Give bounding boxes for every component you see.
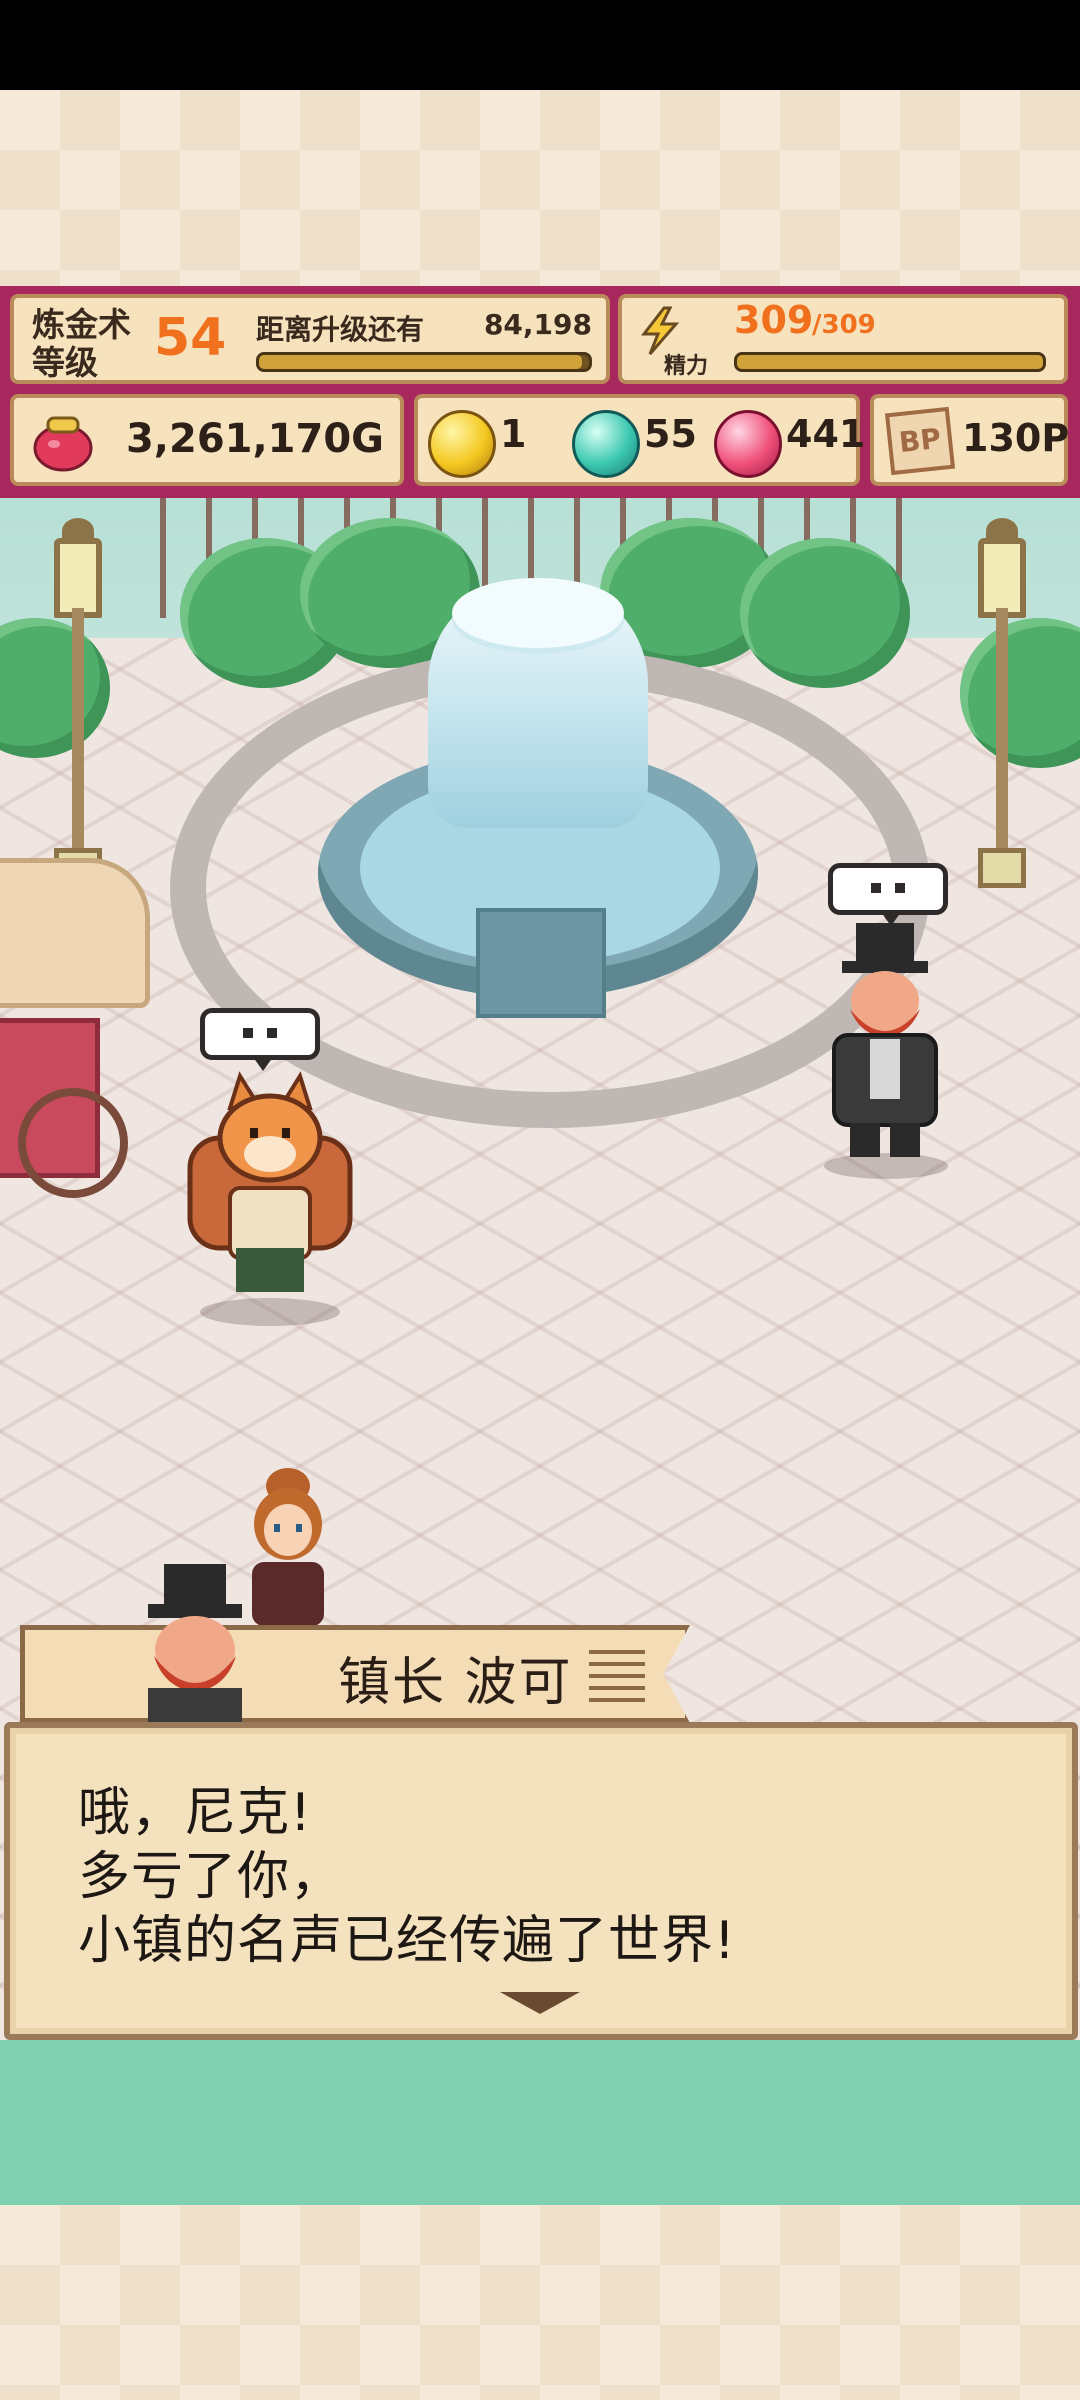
bp-value: 130P: [962, 416, 1070, 460]
mayor-sprite: [832, 923, 938, 1157]
merchant-cart[interactable]: [0, 858, 170, 1198]
gold-value: 3,261,170G: [125, 416, 384, 462]
teal-gem-value: 55: [644, 412, 697, 456]
fountain-step: [476, 908, 606, 1018]
street-lamp: [972, 518, 1032, 898]
energy-label: 精力: [664, 354, 709, 379]
energy-current: 309: [734, 298, 814, 342]
level-progress-fill: [259, 355, 583, 369]
bp-icon: BP: [884, 406, 956, 476]
energy-progress-fill: [737, 355, 1043, 369]
hedge-bush: [740, 538, 910, 688]
energy-panel[interactable]: 精力 309 /309: [618, 294, 1068, 384]
mayor-portrait: [130, 1560, 260, 1725]
front-hedge-row: [0, 2040, 1080, 2205]
pink-gem-icon: [714, 410, 782, 478]
speaker-name: 镇长 波可: [338, 1653, 573, 1713]
alchemy-level-value: 54: [154, 308, 227, 368]
fox-sprite: [187, 1071, 353, 1292]
speech-bubble: [200, 1008, 320, 1071]
alchemy-level-label: 炼金术 等级: [32, 305, 131, 382]
bottom-background-pattern: [0, 2205, 1080, 2400]
top-background-pattern: [0, 90, 1080, 286]
next-level-value: 84,198: [483, 308, 592, 341]
game-hud: 炼金术 等级 54 距离升级还有 84,198 精力 309 /309 3,26…: [0, 286, 1080, 498]
pink-gem-value: 441: [786, 412, 866, 456]
gems-panel[interactable]: 1 55 441: [414, 394, 865, 486]
speech-bubble: [828, 863, 948, 926]
energy-progress-bar: [734, 352, 1046, 372]
banner-decoration: [589, 1650, 645, 1704]
advance-arrow-icon[interactable]: [500, 1992, 580, 2014]
level-progress-bar: [256, 352, 592, 372]
bp-panel[interactable]: BP 130P: [870, 394, 1070, 486]
dialog-line-3: 小镇的名声已经传遍了世界!: [78, 1911, 736, 1971]
energy-max: /309: [812, 310, 876, 340]
fountain-top: [452, 578, 624, 648]
alchemy-level-panel[interactable]: 炼金术 等级 54 距离升级还有 84,198: [10, 294, 610, 384]
mayor-character[interactable]: [810, 863, 960, 1183]
teal-gem-icon: [572, 410, 640, 478]
street-lamp: [48, 518, 108, 898]
coin-purse-icon: [33, 416, 93, 472]
yellow-gem-value: 1: [500, 412, 527, 456]
next-level-label: 距离升级还有: [256, 313, 425, 346]
yellow-gem-icon: [428, 410, 496, 478]
system-status-bar: [0, 0, 1080, 90]
gold-panel[interactable]: 3,261,170G: [10, 394, 404, 486]
fox-adventurer-character[interactable]: [170, 1008, 370, 1328]
